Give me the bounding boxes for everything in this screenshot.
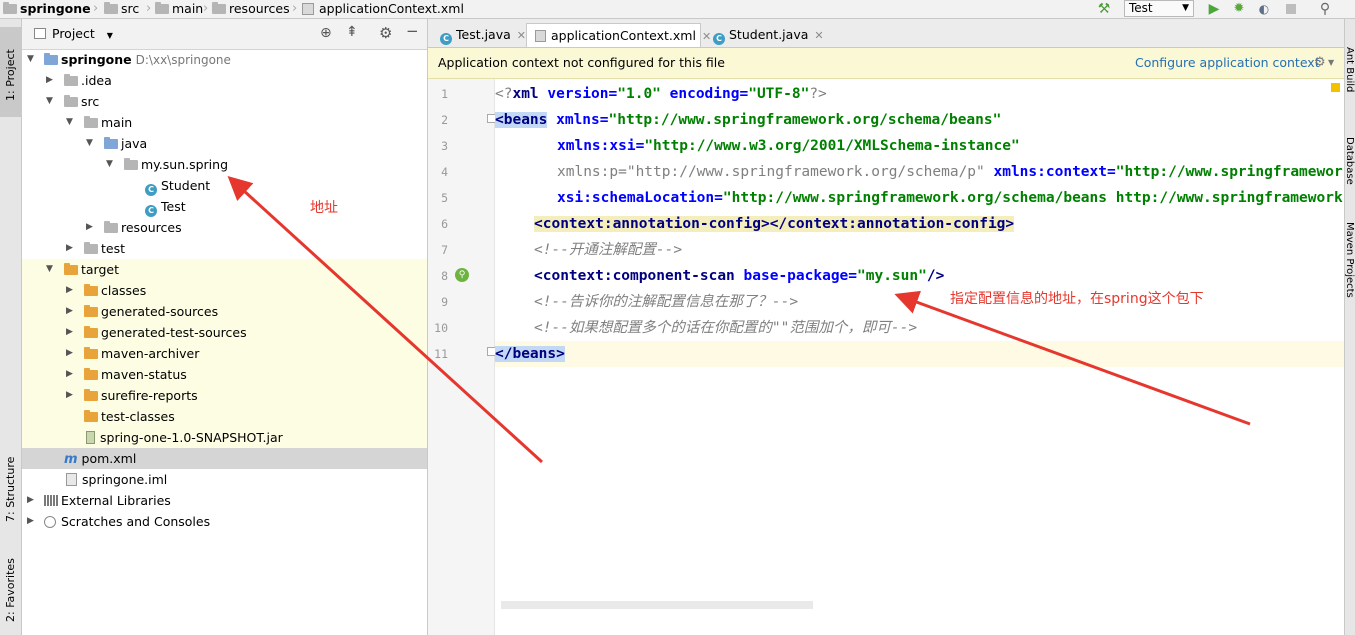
annotation-address-label: 地址 <box>310 200 338 216</box>
annotation-arrow-address <box>227 175 544 464</box>
annotation-config-note: 指定配置信息的地址，在spring这个包下 <box>950 291 1204 307</box>
annotation-overlay <box>227 175 1251 464</box>
annotation-arrow-config <box>894 290 1251 426</box>
